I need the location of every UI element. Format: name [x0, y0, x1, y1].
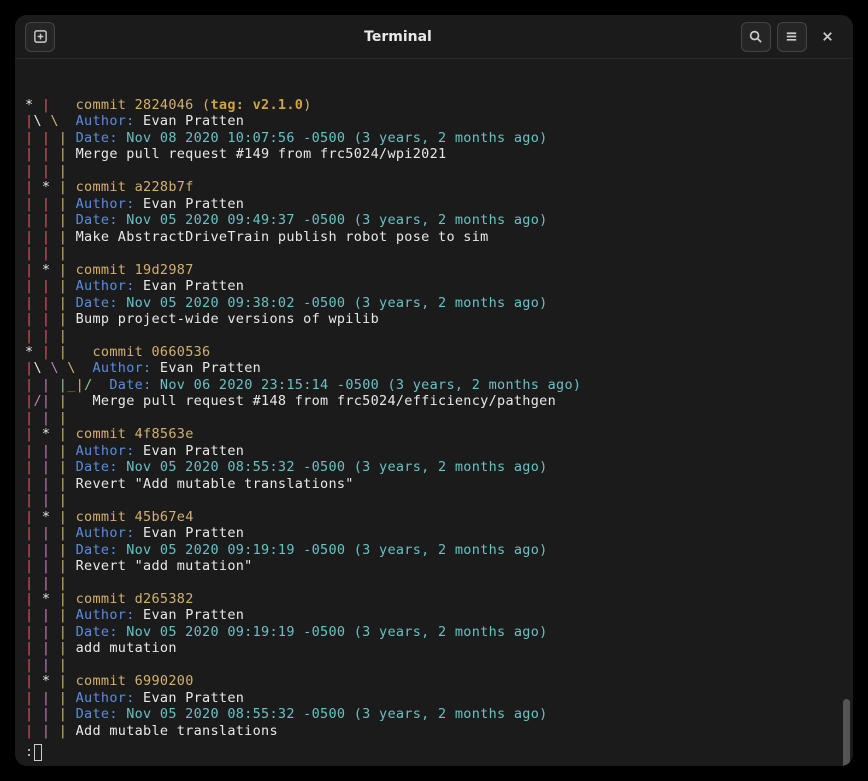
terminal-output[interactable]: * | commit 2824046 (tag: v2.1.0)|\ \ Aut…: [15, 59, 853, 766]
commit-line: | * | commit 4f8563e: [25, 426, 843, 442]
graph-spacer: | | |: [25, 245, 843, 261]
commit-line: | * | commit d265382: [25, 591, 843, 607]
pager-prompt-char: :: [25, 744, 33, 760]
commit-hash: a228b7f: [135, 179, 194, 195]
commit-date-line: | | |_|/ Date: Nov 06 2020 23:15:14 -050…: [25, 377, 843, 393]
commit-line: | * | commit a228b7f: [25, 179, 843, 195]
commit-hash: 4f8563e: [135, 426, 194, 442]
graph-spacer: | | |: [25, 410, 843, 426]
commit-message-line: | | | add mutation: [25, 640, 843, 656]
commit-line: | * | commit 19d2987: [25, 262, 843, 278]
cursor: [34, 744, 42, 761]
commit-message-line: |/| | Merge pull request #148 from frc50…: [25, 393, 843, 409]
window-title: Terminal: [364, 29, 432, 45]
new-tab-button[interactable]: [25, 22, 55, 52]
commit-date-line: | | | Date: Nov 05 2020 09:49:37 -0500 (…: [25, 212, 843, 228]
commit-author-line: | | | Author: Evan Pratten: [25, 690, 843, 706]
titlebar: Terminal: [15, 15, 853, 59]
commit-hash: 45b67e4: [135, 509, 194, 525]
commit-date-line: | | | Date: Nov 05 2020 08:55:32 -0500 (…: [25, 459, 843, 475]
commit-message-line: | | | Add mutable translations: [25, 723, 843, 739]
hamburger-icon: [784, 29, 799, 44]
commit-hash: d265382: [135, 591, 194, 607]
new-tab-icon: [33, 29, 48, 44]
commit-line: | * | commit 45b67e4: [25, 509, 843, 525]
close-button[interactable]: [813, 22, 843, 52]
close-icon: [820, 29, 835, 44]
commit-author-line: |\ \ Author: Evan Pratten: [25, 113, 843, 129]
menu-button[interactable]: [777, 22, 807, 52]
commit-hash: 2824046: [135, 97, 194, 113]
commit-message-line: | | | Make AbstractDriveTrain publish ro…: [25, 229, 843, 245]
commit-line: * | commit 2824046 (tag: v2.1.0): [25, 97, 843, 113]
terminal-window: Terminal * | commit 2824046 (tag: v2.: [15, 15, 853, 766]
commit-date-line: | | | Date: Nov 05 2020 09:19:19 -0500 (…: [25, 542, 843, 558]
search-icon: [748, 29, 763, 44]
search-button[interactable]: [741, 22, 771, 52]
graph-spacer: | | |: [25, 328, 843, 344]
commit-author-line: | | | Author: Evan Pratten: [25, 607, 843, 623]
commit-message-line: | | | Revert "Add mutable translations": [25, 476, 843, 492]
commit-tag: tag: v2.1.0: [210, 97, 303, 113]
commit-line: * | | commit 0660536: [25, 344, 843, 360]
commit-hash: 19d2987: [135, 262, 194, 278]
commit-hash: 6990200: [135, 673, 194, 689]
graph-spacer: | | |: [25, 492, 843, 508]
commit-message-line: | | | Revert "add mutation": [25, 558, 843, 574]
pager-prompt[interactable]: :: [25, 744, 42, 761]
commit-date-line: | | | Date: Nov 05 2020 08:55:32 -0500 (…: [25, 706, 843, 722]
commit-author-line: | | | Author: Evan Pratten: [25, 278, 843, 294]
commit-author-line: | | | Author: Evan Pratten: [25, 443, 843, 459]
commit-date-line: | | | Date: Nov 05 2020 09:19:19 -0500 (…: [25, 624, 843, 640]
commit-date-line: | | | Date: Nov 08 2020 10:07:56 -0500 (…: [25, 130, 843, 146]
graph-spacer: | | |: [25, 163, 843, 179]
commit-hash: 0660536: [151, 344, 210, 360]
commit-message-line: | | | Merge pull request #149 from frc50…: [25, 146, 843, 162]
graph-spacer: | | |: [25, 575, 843, 591]
commit-author-line: |\ \ \ Author: Evan Pratten: [25, 360, 843, 376]
graph-spacer: | | |: [25, 657, 843, 673]
commit-author-line: | | | Author: Evan Pratten: [25, 196, 843, 212]
commit-message-line: | | | Bump project-wide versions of wpil…: [25, 311, 843, 327]
commit-date-line: | | | Date: Nov 05 2020 09:38:02 -0500 (…: [25, 295, 843, 311]
scrollbar-thumb[interactable]: [843, 699, 850, 766]
commit-author-line: | | | Author: Evan Pratten: [25, 525, 843, 541]
commit-line: | * | commit 6990200: [25, 673, 843, 689]
